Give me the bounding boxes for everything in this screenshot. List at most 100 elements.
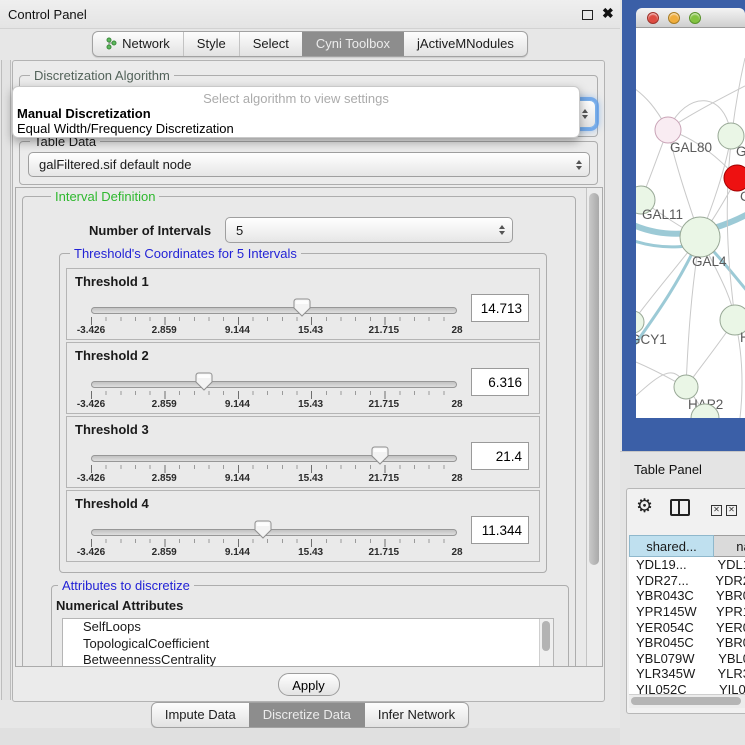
apply-button[interactable]: Apply — [278, 673, 340, 696]
network-node-gal4[interactable] — [680, 217, 720, 257]
algorithm-dropdown-popup: Select algorithm to view settings Manual… — [12, 86, 580, 138]
threshold-value-field[interactable] — [471, 368, 529, 396]
table-row[interactable]: YER054CYER0 — [629, 619, 745, 635]
tab-label: Cyni Toolbox — [316, 36, 390, 51]
slider-scale-label: 28 — [451, 473, 462, 484]
threshold-box: Threshold 4-3.4262.8599.14415.4321.71528 — [66, 490, 540, 562]
list-item[interactable]: TopologicalCoefficient — [63, 636, 553, 653]
group-title: Discretization Algorithm — [30, 68, 174, 83]
tab-network[interactable]: Network — [93, 32, 183, 56]
network-canvas[interactable]: GAL80GACGAL11GAL4GCY1HHAP2 — [636, 28, 745, 418]
minimize-window-icon[interactable] — [668, 12, 680, 24]
tab-style[interactable]: Style — [183, 32, 239, 56]
tab-cyni-toolbox[interactable]: Cyni Toolbox — [302, 32, 403, 56]
cyni-toolbox-panel: Discretization Algorithm Table Data galF… — [12, 60, 605, 702]
threshold-box: Threshold 3-3.4262.8599.14415.4321.71528 — [66, 416, 540, 488]
tab-label: Discretize Data — [263, 707, 351, 722]
tab-select[interactable]: Select — [239, 32, 302, 56]
table-row[interactable]: YPR145WYPR1 — [629, 604, 745, 620]
table-row[interactable]: YBR045CYBR0 — [629, 635, 745, 651]
attributes-list[interactable]: SelfLoopsTopologicalCoefficientBetweenne… — [62, 618, 554, 667]
slider-scale-label: 21.715 — [369, 547, 400, 558]
list-scrollbar[interactable] — [539, 619, 553, 667]
threshold-slider-track[interactable] — [91, 381, 457, 388]
column-header-shared-name[interactable]: shared... — [629, 535, 714, 557]
combo-arrows-icon — [499, 225, 505, 235]
group-title: Interval Definition — [51, 189, 159, 204]
tab-jactivemnodules[interactable]: jActiveMNodules — [403, 32, 527, 56]
control-panel-titlebar: Control Panel ✖ — [0, 0, 620, 29]
dropdown-option-equal-width[interactable]: Equal Width/Frequency Discretization — [17, 121, 234, 136]
cell-name: YER0 — [716, 620, 745, 635]
slider-ticks — [91, 539, 458, 547]
settings-scrollbar[interactable] — [586, 188, 602, 666]
table-row[interactable]: YBL079WYBL0 — [629, 651, 745, 667]
dropdown-hint: Select algorithm to view settings — [13, 91, 579, 106]
table-row[interactable]: YLR345WYLR3 — [629, 666, 745, 682]
tab-infer-network[interactable]: Infer Network — [364, 703, 468, 727]
column-header-name[interactable]: na — [714, 535, 745, 557]
network-node-gcy1[interactable] — [636, 311, 644, 333]
table-header: shared... na — [629, 535, 745, 557]
columns-icon[interactable] — [670, 499, 690, 516]
slider-thumb[interactable] — [254, 520, 272, 539]
cell-name: YPR1 — [716, 604, 745, 619]
close-panel-icon[interactable]: ✖ — [602, 5, 614, 22]
list-item[interactable]: BetweennessCentrality — [63, 652, 553, 667]
slider-ticks — [91, 465, 458, 473]
splitter-strip[interactable] — [1, 60, 11, 700]
threshold-value-field[interactable] — [471, 442, 529, 470]
cell-shared-name: YLR345W — [629, 666, 717, 681]
group-title: Threshold's Coordinates for 5 Intervals — [70, 246, 301, 261]
checkbox-icon[interactable]: ✕ — [726, 505, 737, 516]
attributes-group: Attributes to discretize Numerical Attri… — [51, 585, 569, 667]
tab-discretize-data[interactable]: Discretize Data — [249, 703, 364, 727]
table-panel: ⚙ ✕ ✕ shared... na YDL19...YDL1YDR27...Y… — [626, 488, 745, 714]
cell-name: YBL0 — [718, 651, 745, 666]
table-data-combobox[interactable]: galFiltered.sif default node — [28, 152, 590, 177]
slider-scale-label: 21.715 — [369, 325, 400, 336]
slider-thumb[interactable] — [293, 298, 311, 317]
slider-scale-label: -3.426 — [77, 325, 105, 336]
float-panel-icon[interactable] — [582, 10, 593, 20]
table-data-value: galFiltered.sif default node — [39, 157, 191, 172]
cell-name: YBR0 — [716, 588, 745, 603]
threshold-slider-track[interactable] — [91, 455, 457, 462]
tab-impute-data[interactable]: Impute Data — [152, 703, 249, 727]
threshold-value-field[interactable] — [471, 516, 529, 544]
tab-label: Network — [122, 36, 170, 51]
table-horizontal-scrollbar[interactable] — [629, 694, 745, 708]
table-row[interactable]: YDR27...YDR2 — [629, 573, 745, 589]
threshold-value-field[interactable] — [471, 294, 529, 322]
threshold-slider-track[interactable] — [91, 529, 457, 536]
slider-thumb[interactable] — [195, 372, 213, 391]
network-node-hap2[interactable] — [674, 375, 698, 399]
network-icon — [106, 37, 117, 50]
slider-scale-label: 28 — [451, 399, 462, 410]
table-row[interactable]: YDL19...YDL1 — [629, 557, 745, 573]
combo-arrows-icon — [582, 109, 588, 119]
threshold-label: Threshold 4 — [75, 496, 149, 511]
tab-label: Style — [197, 36, 226, 51]
dropdown-option-manual[interactable]: Manual Discretization — [17, 106, 151, 121]
cyni-bottom-tabs: Impute Data Discretize Data Infer Network — [0, 702, 620, 728]
gear-icon[interactable]: ⚙ — [636, 495, 653, 518]
threshold-slider-track[interactable] — [91, 307, 457, 314]
tab-group: Impute Data Discretize Data Infer Network — [151, 702, 469, 728]
combo-arrows-icon — [576, 160, 582, 170]
close-window-icon[interactable] — [647, 12, 659, 24]
table-row[interactable]: YBR043CYBR0 — [629, 588, 745, 604]
node-label: C — [740, 189, 745, 204]
table-row[interactable]: YIL052CYIL0 — [629, 682, 745, 694]
list-item[interactable]: SelfLoops — [63, 619, 553, 636]
slider-thumb[interactable] — [371, 446, 389, 465]
network-node-c[interactable] — [724, 165, 745, 191]
slider-scale-label: 2.859 — [152, 473, 177, 484]
zoom-window-icon[interactable] — [689, 12, 701, 24]
slider-scale-label: 9.144 — [225, 325, 250, 336]
slider-ticks — [91, 391, 458, 399]
num-intervals-combobox[interactable]: 5 — [225, 217, 513, 243]
tab-label: Impute Data — [165, 707, 236, 722]
cell-name: YIL0 — [719, 682, 745, 694]
checkbox-icon[interactable]: ✕ — [711, 505, 722, 516]
